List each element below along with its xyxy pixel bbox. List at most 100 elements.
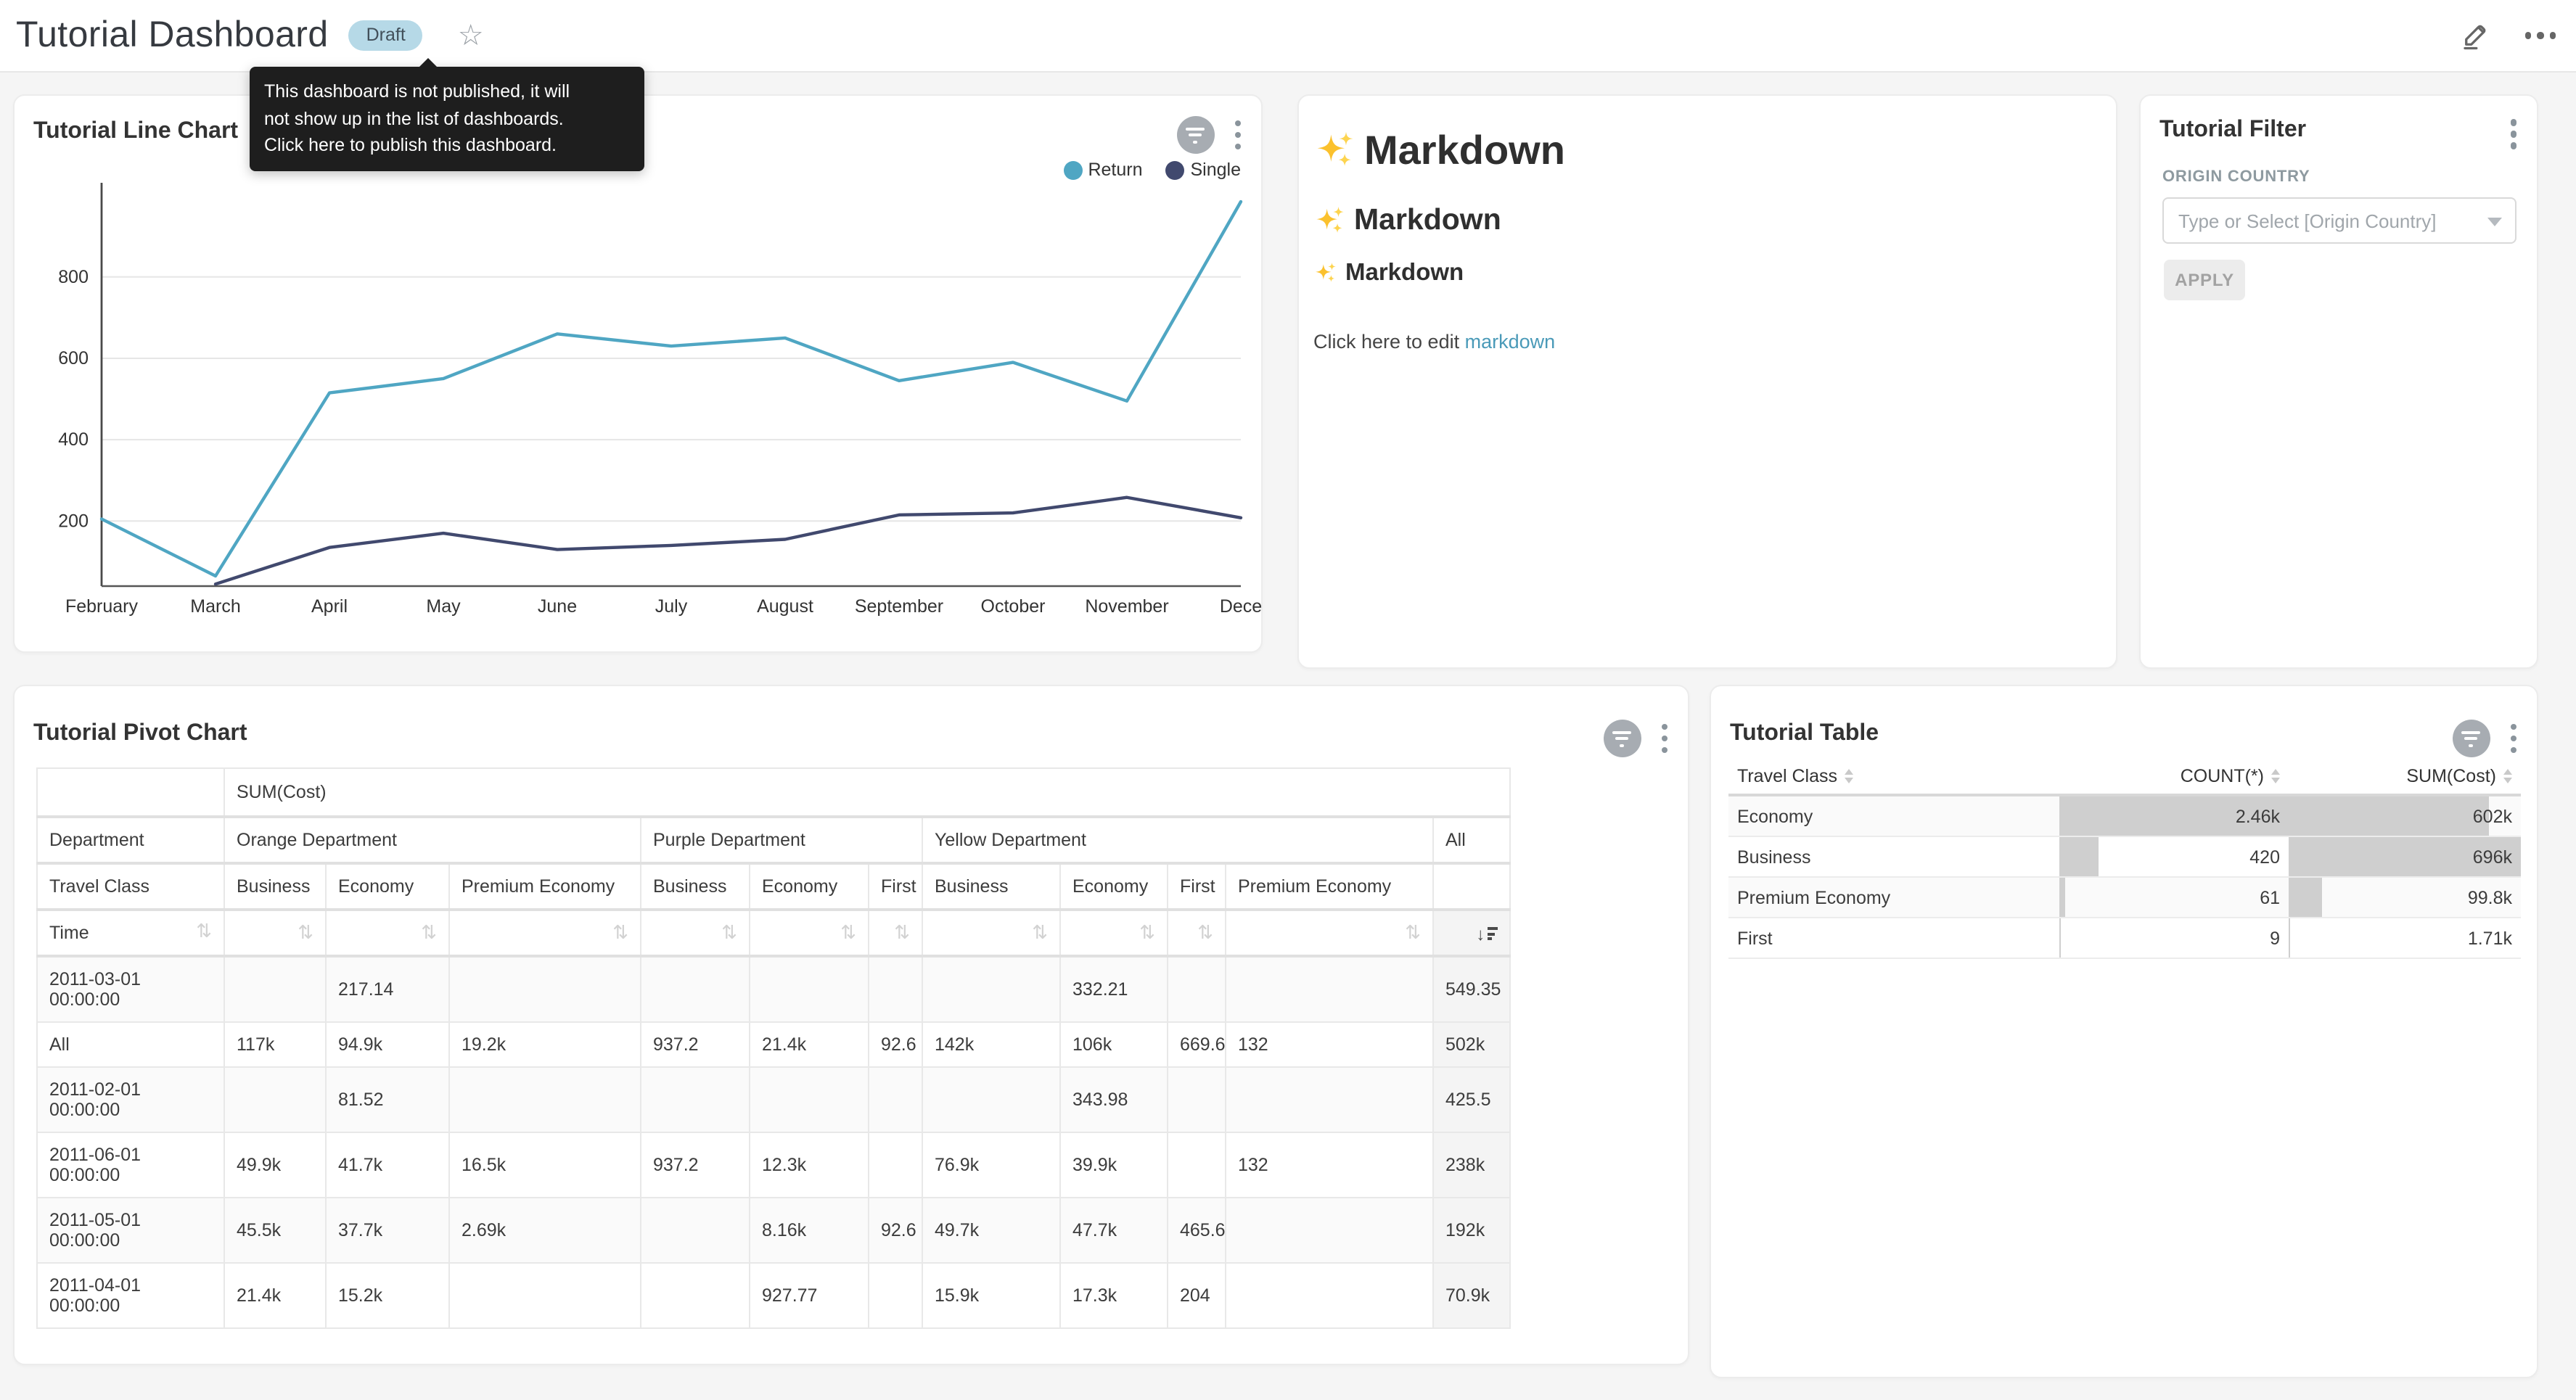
sort-icon[interactable]: ⇅ <box>224 910 326 956</box>
pivot-value-cell <box>641 1067 750 1132</box>
table-row: Business420696k <box>1728 836 2521 877</box>
table-menu-icon[interactable] <box>2507 721 2519 757</box>
chart-filter-icon[interactable] <box>1176 116 1214 154</box>
pivot-value-cell: 92.6 <box>869 1198 922 1263</box>
markdown-card: Markdown Markdown Markdown Cl <box>1297 94 2117 669</box>
data-table: Travel Class COUNT(*) SUM(Cost) Economy 2.46… <box>1728 757 2521 959</box>
sort-icon[interactable]: ⇅ <box>641 910 750 956</box>
caret-down-icon <box>2487 218 2502 226</box>
pivot-filter-icon[interactable] <box>1603 720 1641 757</box>
pivot-value-cell <box>869 956 922 1022</box>
pivot-value-cell: 204 <box>1168 1263 1226 1328</box>
sort-icon[interactable]: ⇅ <box>922 910 1060 956</box>
sort-icon[interactable]: ⇅ <box>449 910 641 956</box>
filter-menu-icon[interactable] <box>2507 116 2519 152</box>
pivot-corner-cell <box>37 768 224 817</box>
sparkles-icon <box>1313 129 1357 173</box>
count-cell: 61 <box>2059 877 2289 918</box>
sum-cell: 602k <box>2289 795 2521 836</box>
table-column-header[interactable]: Travel Class <box>1728 757 2059 795</box>
pivot-value-cell: 45.5k <box>224 1198 326 1263</box>
pivot-value-cell: 92.6 <box>869 1022 922 1067</box>
table-column-header[interactable]: COUNT(*) <box>2059 757 2289 795</box>
sort-carets-icon[interactable] <box>2271 769 2280 783</box>
travel-class-cell: Economy <box>1728 795 2059 836</box>
line-chart-svg: 200400600800FebruaryMarchAprilMayJuneJul… <box>15 168 1264 633</box>
sum-cell: 1.71k <box>2289 918 2521 958</box>
column-header-label: Travel Class <box>1737 765 1837 786</box>
sort-icon[interactable]: ⇅ <box>750 910 869 956</box>
column-header-label: SUM(Cost) <box>2406 765 2496 786</box>
travel-class-cell: First <box>1728 918 2059 958</box>
pivot-sort-cell[interactable]: ↓ <box>1433 910 1510 956</box>
sort-icon[interactable]: ⇅ <box>1060 910 1168 956</box>
tooltip-line: This dashboard is not published, it will <box>264 78 630 105</box>
favorite-star-icon[interactable]: ☆ <box>458 21 484 50</box>
pivot-menu-icon[interactable] <box>1658 721 1670 757</box>
travel-class-cell: Business <box>1728 836 2059 877</box>
sort-icon[interactable]: ⇅ <box>1168 910 1226 956</box>
pivot-row-label: 2011-02-01 00:00:00 <box>37 1067 224 1132</box>
sparkles-icon <box>1313 204 1347 237</box>
sort-icon[interactable]: ⇅ <box>326 910 449 956</box>
pivot-value-cell: 142k <box>922 1022 1060 1067</box>
dashboard-header: Tutorial Dashboard Draft ☆ <box>0 0 2576 73</box>
pivot-value-cell: 425.5 <box>1433 1067 1510 1132</box>
pivot-measure-header: SUM(Cost) <box>224 768 1510 817</box>
table-filter-icon[interactable] <box>2452 720 2490 757</box>
pivot-value-cell <box>1226 1263 1433 1328</box>
pivot-value-cell <box>1168 956 1226 1022</box>
markdown-h3-text: Markdown <box>1345 260 1464 287</box>
more-menu-icon[interactable] <box>2524 33 2556 39</box>
pivot-column-header: Economy <box>326 863 449 910</box>
sort-carets-icon[interactable] <box>2503 769 2512 783</box>
edit-pencil-icon[interactable] <box>2459 20 2490 51</box>
sum-cell: 99.8k <box>2289 877 2521 918</box>
pivot-row-label: 2011-04-01 00:00:00 <box>37 1263 224 1328</box>
cell-value: 2.46k <box>2236 806 2280 826</box>
table-row: Premium Economy6199.8k <box>1728 877 2521 918</box>
pivot-column-header: Premium Economy <box>449 863 641 910</box>
pivot-value-cell: 106k <box>1060 1022 1168 1067</box>
pivot-value-cell: 41.7k <box>326 1132 449 1198</box>
pivot-value-cell: 549.35 <box>1433 956 1510 1022</box>
line-chart-plot: 200400600800FebruaryMarchAprilMayJuneJul… <box>15 168 1264 633</box>
sort-icon[interactable]: ⇅ <box>1226 910 1433 956</box>
pivot-value-cell <box>641 956 750 1022</box>
tooltip-caret <box>418 58 438 68</box>
value-bar <box>2059 837 2099 876</box>
cell-value: 61 <box>2260 887 2280 907</box>
markdown-h3: Markdown <box>1313 260 2099 287</box>
pivot-value-cell <box>922 1067 1060 1132</box>
sort-desc-icon[interactable]: ↓ <box>1476 925 1498 942</box>
sort-icon[interactable]: ⇅ <box>869 910 922 956</box>
markdown-paragraph-text: Click here to edit <box>1313 331 1465 353</box>
markdown-h1-text: Markdown <box>1364 128 1565 174</box>
pivot-row: 2011-02-01 00:00:0081.52343.98425.5 <box>37 1067 1510 1132</box>
markdown-edit-link[interactable]: markdown <box>1465 331 1556 353</box>
pivot-value-cell: 927.77 <box>750 1263 869 1328</box>
sort-carets-icon[interactable] <box>1845 769 1853 783</box>
pivot-group-header: Yellow Department <box>922 817 1433 863</box>
sort-icon[interactable]: ⇅ <box>196 920 212 943</box>
pivot-value-cell <box>1226 1198 1433 1263</box>
select-placeholder: Type or Select [Origin Country] <box>2178 210 2437 231</box>
pivot-value-cell: 15.9k <box>922 1263 1060 1328</box>
value-bar <box>2059 918 2060 958</box>
origin-country-select[interactable]: Type or Select [Origin Country] <box>2162 197 2516 244</box>
pivot-column-header: Business <box>641 863 750 910</box>
pivot-value-cell <box>641 1198 750 1263</box>
draft-badge[interactable]: Draft <box>349 20 423 51</box>
pivot-value-cell <box>449 1263 641 1328</box>
pivot-group-header: Orange Department <box>224 817 641 863</box>
pivot-column-header: First <box>1168 863 1226 910</box>
table-column-header[interactable]: SUM(Cost) <box>2289 757 2521 795</box>
apply-button[interactable]: APPLY <box>2164 260 2245 300</box>
pivot-time-header[interactable]: Time⇅ <box>37 910 224 956</box>
pivot-value-cell: 217.14 <box>326 956 449 1022</box>
x-tick-label: May <box>426 596 461 617</box>
filter-card-title: Tutorial Filter <box>2159 118 2306 144</box>
chart-menu-icon[interactable] <box>1231 118 1244 153</box>
x-tick-label: October <box>981 596 1046 617</box>
pivot-value-cell: 343.98 <box>1060 1067 1168 1132</box>
